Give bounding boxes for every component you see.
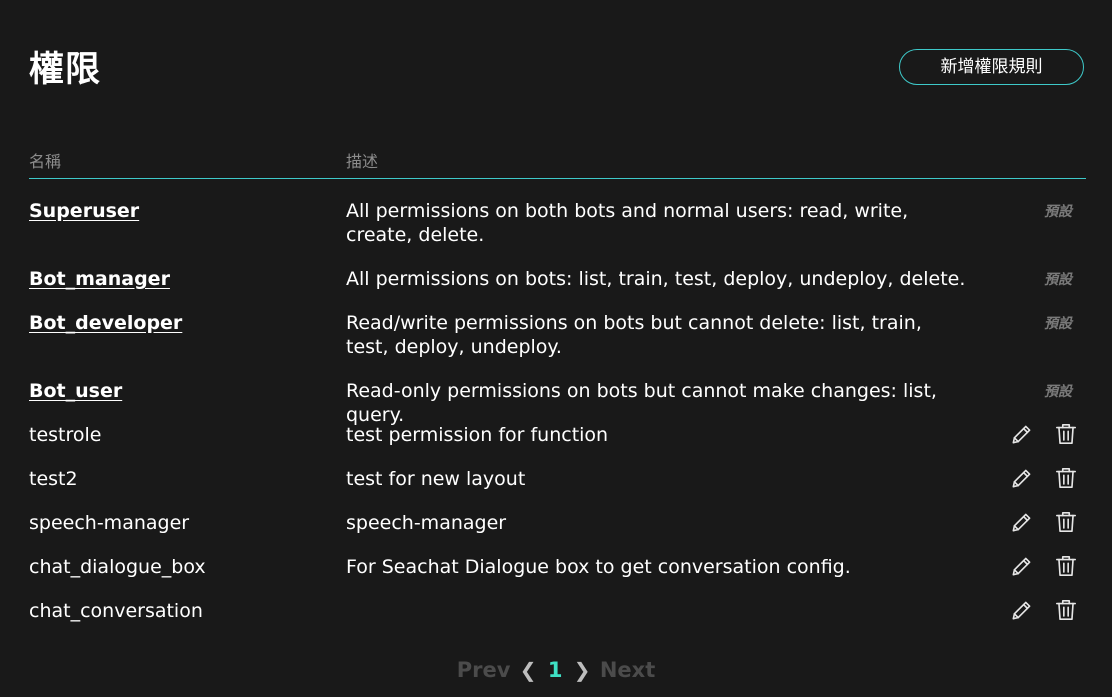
role-name-link[interactable]: Bot_manager xyxy=(29,267,170,291)
role-name: chat_dialogue_box xyxy=(29,556,206,578)
role-description: test permission for function xyxy=(346,424,609,446)
role-description: All permissions on both bots and normal … xyxy=(346,200,909,246)
permissions-page: 權限 新增權限規則 名稱 描述 Superuser All permission… xyxy=(0,0,1112,697)
prev-page-button[interactable]: Prev xyxy=(457,656,511,684)
role-description: test for new layout xyxy=(346,468,526,490)
add-permission-rule-button[interactable]: 新增權限規則 xyxy=(899,49,1084,85)
role-description: Read-only permissions on bots but cannot… xyxy=(346,380,937,426)
current-page-number[interactable]: 1 xyxy=(548,656,563,684)
role-name: chat_conversation xyxy=(29,600,203,622)
pencil-icon[interactable] xyxy=(1009,509,1035,535)
role-name: testrole xyxy=(29,424,102,446)
pencil-icon[interactable] xyxy=(1009,421,1035,447)
role-description: For Seachat Dialogue box to get conversa… xyxy=(346,556,851,578)
default-badge: 預設 xyxy=(1044,384,1072,400)
next-page-button[interactable]: Next xyxy=(600,656,655,684)
chevron-right-icon[interactable]: ❯ xyxy=(574,656,591,684)
role-description: All permissions on bots: list, train, te… xyxy=(346,268,966,290)
role-name: test2 xyxy=(29,468,78,490)
chevron-left-icon[interactable]: ❮ xyxy=(520,656,537,684)
pencil-icon[interactable] xyxy=(1009,465,1035,491)
trash-icon[interactable] xyxy=(1053,553,1079,579)
column-header-description: 描述 xyxy=(346,152,379,171)
trash-icon[interactable] xyxy=(1053,465,1079,491)
role-description: Read/write permissions on bots but canno… xyxy=(346,312,922,358)
default-badge: 預設 xyxy=(1044,272,1072,288)
role-name-link[interactable]: Bot_developer xyxy=(29,311,182,335)
default-badge: 預設 xyxy=(1044,204,1072,220)
trash-icon[interactable] xyxy=(1053,509,1079,535)
trash-icon[interactable] xyxy=(1053,597,1079,623)
pencil-icon[interactable] xyxy=(1009,553,1035,579)
page-title: 權限 xyxy=(29,50,102,90)
trash-icon[interactable] xyxy=(1053,421,1079,447)
table-header: 名稱 描述 xyxy=(29,146,1086,179)
role-name: speech-manager xyxy=(29,512,190,534)
pencil-icon[interactable] xyxy=(1009,597,1035,623)
role-name-link[interactable]: Bot_user xyxy=(29,379,122,403)
default-badge: 預設 xyxy=(1044,316,1072,332)
role-name-link[interactable]: Superuser xyxy=(29,199,139,223)
role-description: speech-manager xyxy=(346,512,507,534)
pagination: Prev ❮ 1 ❯ Next xyxy=(0,655,1112,683)
column-header-name: 名稱 xyxy=(29,152,62,171)
